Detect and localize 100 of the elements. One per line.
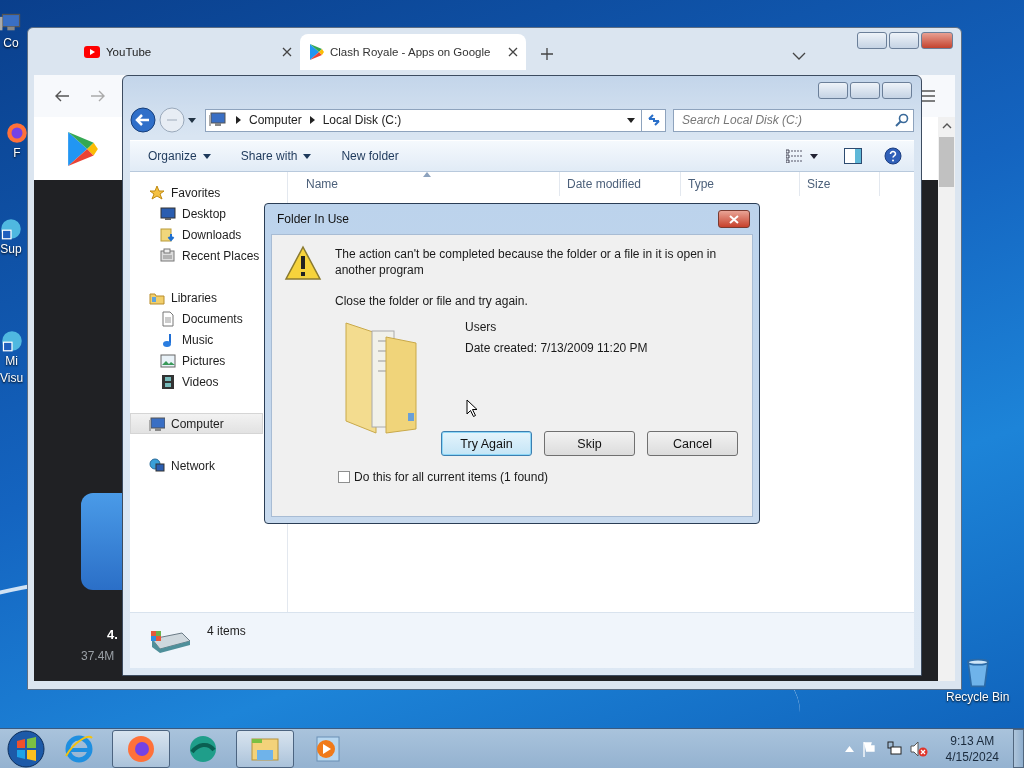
close-icon[interactable]	[282, 47, 292, 57]
maximize-button[interactable]	[889, 32, 919, 49]
nav-item[interactable]: Downloads	[130, 224, 263, 245]
scroll-up-icon[interactable]	[941, 123, 952, 129]
plus-icon[interactable]	[540, 47, 554, 61]
close-button[interactable]	[882, 82, 912, 99]
help-icon[interactable]	[884, 147, 902, 165]
videos-icon	[160, 373, 176, 390]
dialog-button[interactable]: Try Again	[441, 431, 532, 456]
refresh-arrows-icon	[646, 113, 661, 127]
minimize-button[interactable]	[818, 82, 848, 99]
dialog-button[interactable]: Cancel	[647, 431, 738, 456]
breadcrumb-arrow-icon	[236, 116, 241, 124]
folder-date: Date created: 7/13/2009 11:20 PM	[465, 340, 648, 357]
network-icon[interactable]	[885, 740, 902, 757]
show-desktop-button[interactable]	[1013, 729, 1024, 768]
play-store-logo-icon	[310, 44, 324, 60]
toolbar-button[interactable]: Organize	[148, 149, 211, 163]
search-box[interactable]: Search Local Disk (C:)	[673, 108, 914, 132]
menu-icon[interactable]	[921, 90, 935, 102]
desktop-shortcut-icon[interactable]	[6, 122, 28, 144]
dropdown-arrow-icon[interactable]	[188, 117, 196, 123]
computer-icon	[208, 111, 228, 129]
error-message: The action can't be completed because the folder or a file in it is open in another program	[335, 246, 718, 278]
hint-text: Close the folder or file and try again.	[335, 293, 529, 309]
chevron-down-icon[interactable]	[792, 52, 806, 60]
toolbar-button[interactable]: Share with	[240, 149, 312, 163]
breadcrumb-item[interactable]: Computer	[249, 113, 302, 127]
nav-item[interactable]: Pictures	[130, 350, 263, 371]
desktop-icon-label[interactable]: Visu	[0, 371, 24, 386]
toolbar-button[interactable]: New folder	[341, 149, 399, 163]
browser-tab[interactable]: YouTube	[74, 34, 300, 70]
desktop-shortcut-icon[interactable]	[0, 218, 22, 240]
nav-item[interactable]: Desktop	[130, 203, 263, 224]
nav-item[interactable]: Music	[130, 329, 263, 350]
start-button-icon[interactable]	[6, 728, 46, 768]
close-icon	[729, 214, 739, 224]
breadcrumb-arrow-icon	[309, 116, 315, 124]
nav-item[interactable]: Videos	[130, 371, 263, 392]
desktop-icon-label[interactable]: Sup	[0, 242, 22, 257]
back-arrow-icon[interactable]	[54, 89, 70, 103]
column-header[interactable]: Name	[288, 172, 560, 196]
mouse-pointer-icon	[466, 399, 478, 417]
caret-icon[interactable]	[810, 153, 818, 159]
nav-item[interactable]: Libraries	[130, 287, 263, 308]
scrollbar-thumb[interactable]	[939, 137, 954, 187]
column-header[interactable]: Size	[800, 172, 880, 196]
desktop-icon-label[interactable]: Mi	[5, 354, 18, 369]
checkbox-label[interactable]: Do this for all current items (1 found)	[354, 470, 549, 484]
globe-icon	[188, 733, 218, 764]
checkbox[interactable]	[338, 471, 350, 483]
downloads-icon	[160, 226, 176, 243]
taskbar-button[interactable]	[236, 729, 294, 768]
column-header[interactable]: Type	[681, 172, 800, 196]
star-icon	[149, 184, 165, 201]
muted-speaker-icon[interactable]	[909, 740, 928, 757]
nav-item[interactable]: Network	[130, 455, 263, 476]
address-bar[interactable]: Computer Local Disk (C:)	[205, 108, 642, 132]
taskbar-button[interactable]	[112, 729, 170, 768]
preview-pane-icon[interactable]	[844, 148, 862, 164]
firefox-icon	[126, 733, 156, 764]
play-store-logo-icon	[68, 131, 98, 166]
close-icon[interactable]	[508, 47, 518, 57]
browser-e-icon	[64, 733, 94, 764]
search-field[interactable]: Search Local Disk (C:)	[682, 113, 895, 127]
nav-item[interactable]: Documents	[130, 308, 263, 329]
view-options-icon[interactable]	[786, 149, 802, 163]
youtube-logo-icon	[84, 46, 100, 58]
warning-icon	[284, 245, 322, 281]
recent-icon	[160, 247, 176, 264]
app-rating: 4.	[107, 627, 118, 642]
documents-icon	[160, 310, 176, 327]
breadcrumb-item[interactable]: Local Disk (C:)	[322, 113, 402, 127]
back-button-icon[interactable]	[130, 107, 156, 133]
close-button[interactable]	[718, 210, 750, 228]
dialog-button[interactable]: Skip	[544, 431, 635, 456]
computer-icon	[149, 415, 165, 432]
pictures-icon	[160, 352, 176, 369]
browser-tab[interactable]: Clash Royale - Apps on Google	[300, 34, 526, 70]
column-header[interactable]: Date modified	[560, 172, 681, 196]
refresh-button[interactable]	[642, 108, 666, 132]
network-icon	[149, 457, 165, 474]
scrollbar[interactable]	[938, 117, 955, 681]
dialog-title: Folder In Use	[277, 212, 350, 226]
nav-item[interactable]: Favorites	[130, 182, 263, 203]
nav-item[interactable]: Computer	[130, 413, 263, 434]
desktop-icon-label[interactable]: Recycle Bin	[946, 690, 1010, 705]
app-size: 37.4M	[81, 649, 115, 663]
desktop-icon-label[interactable]: F	[13, 146, 21, 161]
desktop-icon	[160, 205, 176, 222]
search-icon	[895, 113, 909, 127]
folder-name: Users	[465, 319, 498, 336]
dropdown-arrow-icon[interactable]	[627, 117, 635, 123]
desktop-shortcut-icon[interactable]	[0, 330, 23, 352]
nav-item[interactable]: Recent Places	[130, 245, 263, 266]
clock[interactable]: 9:13 AM 4/15/2024	[945, 732, 999, 765]
minimize-button[interactable]	[857, 32, 887, 49]
status-text: 4 items	[207, 624, 246, 638]
maximize-button[interactable]	[850, 82, 880, 99]
desktop-icon-label[interactable]: Co	[3, 36, 19, 51]
